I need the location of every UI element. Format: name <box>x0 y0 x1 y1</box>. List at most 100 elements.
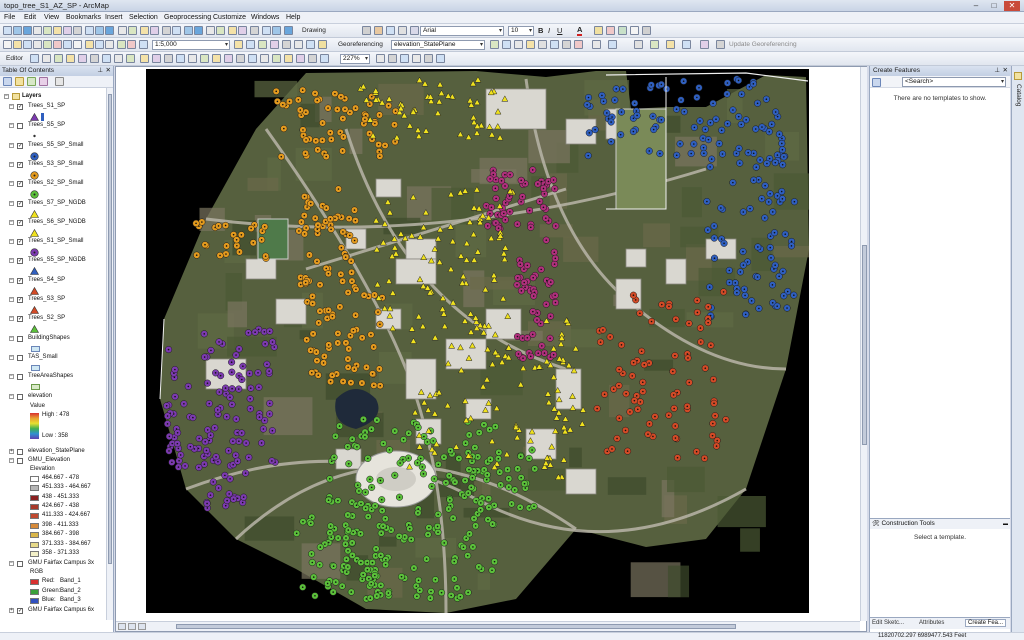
toolbar-tool-icon[interactable] <box>398 26 407 35</box>
toolbar-tool-icon[interactable] <box>206 26 215 35</box>
toolbar-tool-icon[interactable] <box>618 26 627 35</box>
toolbar-tool-icon[interactable] <box>246 40 255 49</box>
toolbar-tool-icon[interactable] <box>248 54 257 63</box>
toolbar-tool-icon[interactable] <box>85 40 94 49</box>
menu-help[interactable]: Help <box>286 14 300 21</box>
toolbar-tool-icon[interactable] <box>228 26 237 35</box>
toolbar-tool-icon[interactable] <box>362 26 371 35</box>
toolbar-tool-icon[interactable] <box>594 26 603 35</box>
list-by-source-icon[interactable] <box>15 77 24 86</box>
layer-visibility-checkbox[interactable]: ✓ <box>17 297 23 303</box>
underline-button[interactable]: U <box>557 26 562 35</box>
toolbar-tool-icon[interactable] <box>127 40 136 49</box>
toolbar-tool-icon[interactable] <box>140 26 149 35</box>
map-display[interactable] <box>115 66 867 632</box>
toolbar-tool-icon[interactable] <box>212 54 221 63</box>
list-by-visibility-icon[interactable] <box>27 77 36 86</box>
georeferencing-menu[interactable]: Georeferencing <box>338 41 383 48</box>
list-by-selection-icon[interactable] <box>39 77 48 86</box>
toolbar-tool-icon[interactable] <box>666 40 675 49</box>
menu-view[interactable]: View <box>44 14 59 21</box>
layer-visibility-checkbox[interactable]: ✓ <box>17 239 23 246</box>
toolbar-tool-icon[interactable] <box>152 54 161 63</box>
data-view-button[interactable] <box>118 623 126 630</box>
layer-visibility-checkbox[interactable] <box>17 448 23 455</box>
toolbar-tool-icon[interactable] <box>194 26 203 35</box>
toolbar-tool-icon[interactable] <box>150 26 159 35</box>
toolbar-tool-icon[interactable] <box>258 40 267 49</box>
toolbar-tool-icon[interactable] <box>308 54 317 63</box>
toolbar-tool-icon[interactable] <box>13 26 22 35</box>
toolbar-tool-icon[interactable] <box>43 40 52 49</box>
menu-insert[interactable]: Insert <box>105 14 123 21</box>
toolbar-tool-icon[interactable] <box>236 54 245 63</box>
menu-bookmarks[interactable]: Bookmarks <box>66 14 101 21</box>
toolbar-tool-icon[interactable] <box>216 26 225 35</box>
map-horizontal-scrollbar[interactable] <box>116 621 860 631</box>
toolbar-tool-icon[interactable] <box>284 26 293 35</box>
toolbar-tool-icon[interactable] <box>66 54 75 63</box>
toolbar-tool-icon[interactable] <box>224 54 233 63</box>
toolbar-tool-icon[interactable] <box>306 40 315 49</box>
layer-visibility-checkbox[interactable] <box>17 561 23 568</box>
toolbar-tool-icon[interactable] <box>188 54 197 63</box>
toolbar-tool-icon[interactable] <box>102 54 111 63</box>
toolbar-tool-icon[interactable] <box>262 26 271 35</box>
toolbar-tool-icon[interactable] <box>176 54 185 63</box>
map-scale-select[interactable]: 1:5,000 ▾ <box>152 40 230 50</box>
tab-edit-sketch[interactable]: Edit Sketc... <box>872 620 904 626</box>
toolbar-tool-icon[interactable] <box>73 40 82 49</box>
layout-view-button[interactable] <box>128 623 136 630</box>
toolbar-tool-icon[interactable] <box>164 54 173 63</box>
maximize-button[interactable]: □ <box>986 1 1002 11</box>
toolbar-tool-icon[interactable] <box>436 54 445 63</box>
toolbar-tool-icon[interactable] <box>682 40 691 49</box>
georef-layer-select[interactable]: elevation_StatePlane ▾ <box>391 40 485 50</box>
toolbar-tool-icon[interactable] <box>63 26 72 35</box>
toolbar-tool-icon[interactable] <box>3 40 12 49</box>
toolbar-tool-icon[interactable] <box>650 40 659 49</box>
editor-menu[interactable]: Editor <box>6 55 23 62</box>
layer-visibility-checkbox[interactable]: ✓ <box>17 316 23 323</box>
toolbar-tool-icon[interactable] <box>562 40 571 49</box>
zoom-percent-select[interactable]: 227% ▾ <box>340 54 370 64</box>
toolbar-tool-icon[interactable] <box>608 40 617 49</box>
toolbar-tool-icon[interactable] <box>85 26 94 35</box>
toolbar-tool-icon[interactable] <box>270 40 279 49</box>
toolbar-tool-icon[interactable] <box>424 54 433 63</box>
toolbar-tool-icon[interactable] <box>73 26 82 35</box>
toolbar-tool-icon[interactable] <box>574 40 583 49</box>
toolbar-tool-icon[interactable] <box>30 54 39 63</box>
toolbar-tool-icon[interactable] <box>386 26 395 35</box>
refresh-button[interactable] <box>138 623 146 630</box>
toolbar-tool-icon[interactable] <box>42 54 51 63</box>
layer-visibility-checkbox[interactable]: ✓ <box>17 200 23 207</box>
layer-visibility-checkbox[interactable] <box>17 354 23 361</box>
layer-visibility-checkbox[interactable]: ✓ <box>17 219 23 226</box>
toolbar-tool-icon[interactable] <box>200 54 209 63</box>
layer-visibility-checkbox[interactable] <box>17 123 23 130</box>
toolbar-tool-icon[interactable] <box>23 40 32 49</box>
toolbar-tool-icon[interactable] <box>412 54 421 63</box>
layer-visibility-checkbox[interactable] <box>17 457 23 464</box>
layer-visibility-checkbox[interactable]: ✓ <box>17 258 23 265</box>
toolbar-tool-icon[interactable] <box>140 54 149 63</box>
toolbar-tool-icon[interactable] <box>105 40 114 49</box>
toolbar-tool-icon[interactable] <box>63 40 72 49</box>
toolbar-tool-icon[interactable] <box>630 26 639 35</box>
menu-windows[interactable]: Windows <box>251 14 279 21</box>
toolbar-tool-icon[interactable] <box>90 54 99 63</box>
toolbar-tool-icon[interactable] <box>634 40 643 49</box>
toolbar-tool-icon[interactable] <box>114 54 123 63</box>
toolbar-tool-icon[interactable] <box>95 26 104 35</box>
toolbar-tool-icon[interactable] <box>272 26 281 35</box>
toolbar-tool-icon[interactable] <box>538 40 547 49</box>
toolbar-tool-icon[interactable] <box>33 26 42 35</box>
toolbar-tool-icon[interactable] <box>117 40 126 49</box>
toolbar-tool-icon[interactable] <box>53 40 62 49</box>
toc-scrollbar[interactable] <box>106 88 113 620</box>
construction-close-icon[interactable]: ▬ <box>1003 519 1008 529</box>
close-button[interactable]: ✕ <box>1004 1 1020 11</box>
toolbar-tool-icon[interactable] <box>172 26 181 35</box>
drawing-menu[interactable]: Drawing <box>302 27 326 34</box>
